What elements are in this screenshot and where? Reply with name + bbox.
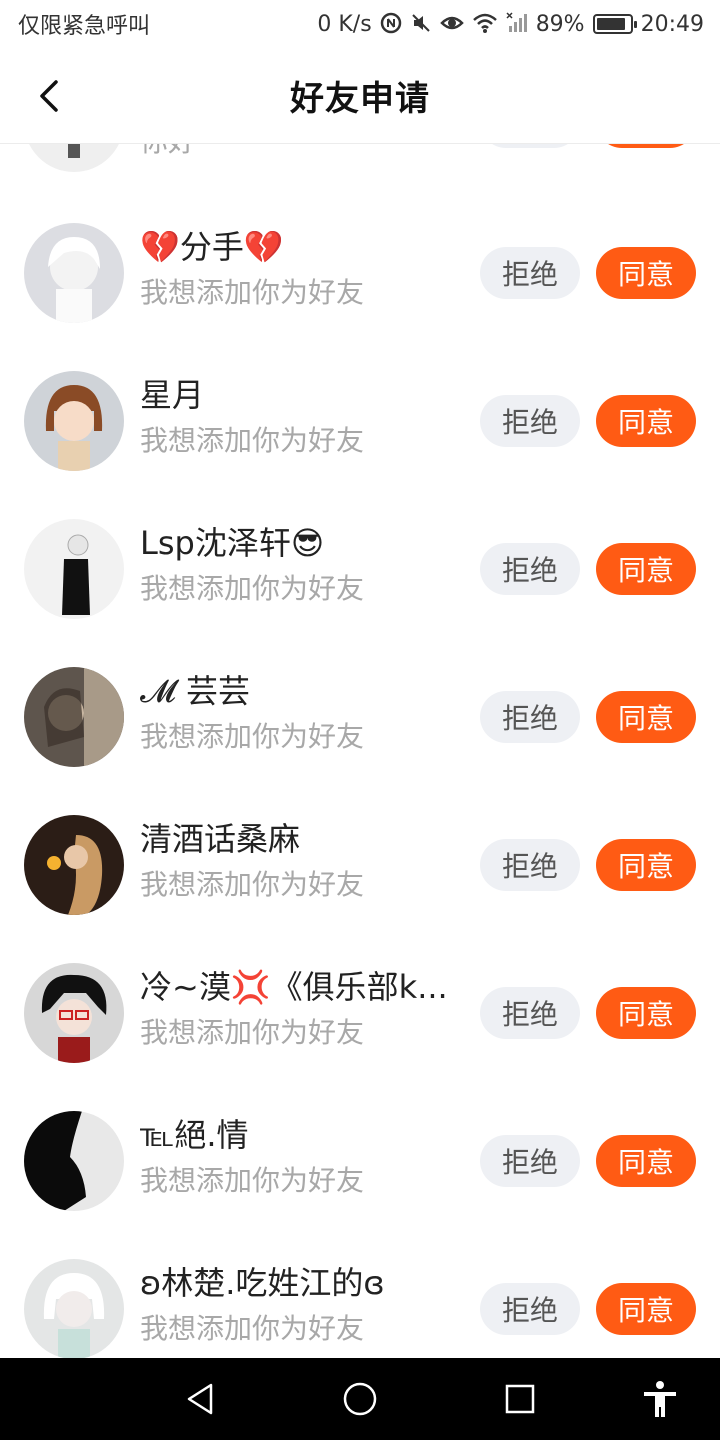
back-triangle-icon	[187, 1383, 213, 1415]
request-row: 冷~漠💢《俱乐部k... 我想添加你为好友 拒绝 同意	[0, 963, 720, 1111]
mute-icon	[410, 12, 432, 37]
nav-accessibility-button[interactable]	[636, 1375, 684, 1423]
chevron-left-icon	[40, 80, 58, 112]
request-message: 我想添加你为好友	[140, 1312, 365, 1345]
nav-recents-button[interactable]	[496, 1375, 544, 1423]
home-circle-icon	[343, 1382, 377, 1416]
avatar[interactable]	[24, 519, 124, 619]
request-name: ℡絕.情	[140, 1116, 249, 1154]
nfc-icon	[380, 12, 402, 37]
accept-button[interactable]: 同意	[596, 691, 696, 743]
request-message: 我想添加你为好友	[140, 276, 365, 309]
request-row: ℡絕.情 我想添加你为好友 拒绝 同意	[0, 1111, 720, 1259]
request-name: 𝓜 芸芸	[140, 672, 251, 710]
clock: 20:49	[640, 11, 704, 37]
status-icons: 0 K/s 89% 20:49	[317, 12, 704, 37]
request-message: 我想添加你为好友	[140, 572, 365, 605]
reject-button[interactable]: 拒绝	[480, 247, 580, 299]
reject-button[interactable]: 拒绝	[480, 1283, 580, 1335]
accept-button[interactable]: 同意	[596, 395, 696, 447]
accept-button[interactable]: 同意	[596, 1283, 696, 1335]
request-row: 你好 拒绝 同意	[0, 144, 720, 220]
carrier-text: 仅限紧急呼叫	[18, 14, 151, 39]
request-row: ʚ林楚.吃姓江的ɞ 我想添加你为好友 拒绝 同意	[0, 1259, 720, 1358]
request-name: 冷~漠💢《俱乐部k...	[140, 968, 448, 1006]
request-row: 💔分手💔 我想添加你为好友 拒绝 同意	[0, 223, 720, 371]
reject-button[interactable]: 拒绝	[480, 691, 580, 743]
nav-back-button[interactable]	[176, 1375, 224, 1423]
request-message: 我想添加你为好友	[140, 1016, 365, 1049]
avatar[interactable]	[24, 144, 124, 172]
system-nav-bar	[0, 1358, 720, 1440]
friend-request-list[interactable]: 你好 拒绝 同意 💔分手💔 我想添加你为好友 拒绝 同意 星月 我想添加你为好友…	[0, 144, 720, 1358]
request-row: 清酒话桑麻 我想添加你为好友 拒绝 同意	[0, 815, 720, 963]
accept-button[interactable]: 同意	[596, 987, 696, 1039]
accept-button[interactable]: 同意	[596, 543, 696, 595]
avatar[interactable]	[24, 963, 124, 1063]
request-row: 𝓜 芸芸 我想添加你为好友 拒绝 同意	[0, 667, 720, 815]
reject-button[interactable]: 拒绝	[480, 1135, 580, 1187]
back-button[interactable]	[26, 72, 74, 120]
request-name: 💔分手💔	[140, 228, 284, 266]
avatar[interactable]	[24, 223, 124, 323]
battery-percent: 89%	[535, 11, 585, 37]
request-name: 星月	[140, 376, 205, 414]
battery-icon	[592, 14, 637, 34]
recents-square-icon	[505, 1384, 535, 1414]
avatar[interactable]	[24, 1111, 124, 1211]
accessibility-icon	[644, 1381, 676, 1417]
accept-button[interactable]: 同意	[596, 144, 696, 148]
eye-icon	[439, 12, 464, 37]
reject-button[interactable]: 拒绝	[480, 395, 580, 447]
reject-button[interactable]: 拒绝	[480, 144, 580, 148]
request-name: ʚ林楚.吃姓江的ɞ	[140, 1264, 385, 1302]
request-name: 清酒话桑麻	[140, 820, 301, 858]
request-message: 我想添加你为好友	[140, 424, 365, 457]
request-row: Lsp沈泽轩😎 我想添加你为好友 拒绝 同意	[0, 519, 720, 667]
avatar[interactable]	[24, 371, 124, 471]
signal-icon	[506, 11, 528, 37]
accept-button[interactable]: 同意	[596, 1135, 696, 1187]
request-name: Lsp沈泽轩😎	[140, 524, 325, 562]
request-message: 我想添加你为好友	[140, 868, 365, 901]
accept-button[interactable]: 同意	[596, 839, 696, 891]
reject-button[interactable]: 拒绝	[480, 987, 580, 1039]
avatar[interactable]	[24, 1259, 124, 1358]
avatar[interactable]	[24, 815, 124, 915]
wifi-icon	[472, 12, 498, 37]
net-speed: 0 K/s	[317, 11, 372, 37]
header: 好友申请	[0, 48, 720, 144]
request-row: 星月 我想添加你为好友 拒绝 同意	[0, 371, 720, 519]
request-message: 你好	[140, 144, 196, 162]
battery-fill	[596, 18, 626, 30]
nav-home-button[interactable]	[336, 1375, 384, 1423]
status-bar: 仅限紧急呼叫 0 K/s 89% 20:49	[0, 0, 720, 48]
page-title: 好友申请	[290, 79, 430, 119]
request-message: 我想添加你为好友	[140, 720, 365, 753]
reject-button[interactable]: 拒绝	[480, 839, 580, 891]
reject-button[interactable]: 拒绝	[480, 543, 580, 595]
accept-button[interactable]: 同意	[596, 247, 696, 299]
request-message: 我想添加你为好友	[140, 1164, 365, 1197]
avatar[interactable]	[24, 667, 124, 767]
